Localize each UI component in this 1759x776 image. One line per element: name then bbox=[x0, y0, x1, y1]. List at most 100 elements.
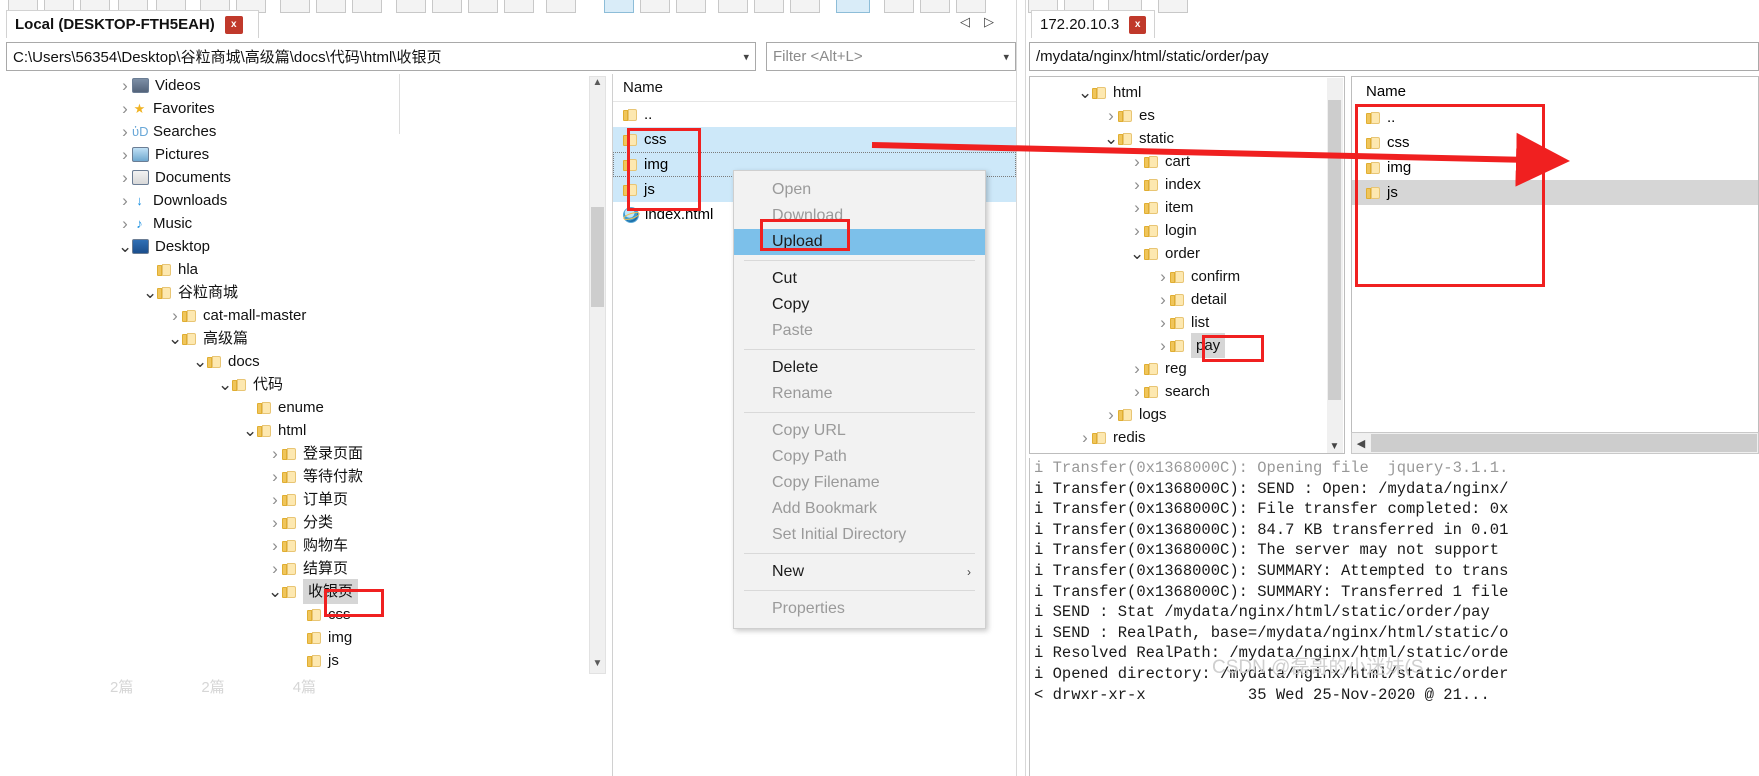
local-tree-item[interactable]: js bbox=[0, 649, 607, 672]
local-tree-item[interactable]: ⌄ Desktop bbox=[0, 235, 607, 258]
local-tree-scrollbar[interactable]: ▲ ▼ bbox=[589, 76, 606, 674]
chevron-right-icon[interactable]: › bbox=[1130, 360, 1144, 377]
chevron-right-icon[interactable]: › bbox=[1104, 406, 1118, 423]
toolbar-button[interactable] bbox=[884, 0, 914, 13]
chevron-down-icon[interactable]: ⌄ bbox=[1078, 84, 1092, 101]
menu-item-upload[interactable]: Upload bbox=[734, 229, 985, 255]
remote-tree-scrollbar[interactable]: ▼ bbox=[1327, 78, 1343, 453]
chevron-right-icon[interactable]: › bbox=[1156, 291, 1170, 308]
remote-file-list-body[interactable]: .. css img js bbox=[1352, 105, 1758, 205]
chevron-right-icon[interactable]: › bbox=[118, 192, 132, 209]
remote-path-input[interactable]: /mydata/nginx/html/static/order/pay bbox=[1029, 42, 1759, 71]
menu-item-copy[interactable]: Copy bbox=[734, 292, 985, 318]
local-tree-item[interactable]: › ↓ Downloads bbox=[0, 189, 607, 212]
chevron-down-icon[interactable]: ▾ bbox=[1003, 50, 1009, 63]
remote-tree-item[interactable]: › login bbox=[1030, 219, 1344, 242]
menu-item-new[interactable]: New › bbox=[734, 559, 985, 585]
chevron-right-icon[interactable]: › bbox=[268, 537, 282, 554]
nav-forward-icon[interactable]: ▷ bbox=[984, 14, 994, 36]
chevron-down-icon[interactable]: ⌄ bbox=[193, 353, 207, 370]
chevron-down-icon[interactable]: ⌄ bbox=[118, 238, 132, 255]
toolbar-button[interactable] bbox=[1158, 0, 1188, 13]
table-row[interactable]: css bbox=[1352, 130, 1758, 155]
chevron-right-icon[interactable]: › bbox=[1130, 383, 1144, 400]
chevron-down-icon[interactable]: ⌄ bbox=[168, 330, 182, 347]
close-icon[interactable]: x bbox=[1129, 15, 1146, 34]
chevron-right-icon[interactable]: › bbox=[118, 169, 132, 186]
local-folder-tree[interactable]: › Videos › ★ Favorites › ὐD Searches › Pictures › D… bbox=[0, 74, 607, 776]
chevron-down-icon[interactable]: ⌄ bbox=[1130, 245, 1144, 262]
remote-tree-item[interactable]: › cart bbox=[1030, 150, 1344, 173]
chevron-right-icon[interactable]: › bbox=[1104, 107, 1118, 124]
chevron-down-icon[interactable]: ⌄ bbox=[218, 376, 232, 393]
local-tree-item[interactable]: › Documents bbox=[0, 166, 607, 189]
menu-item-cut[interactable]: Cut bbox=[734, 266, 985, 292]
toolbar-button[interactable] bbox=[956, 0, 986, 13]
remote-tree-item[interactable]: › index bbox=[1030, 173, 1344, 196]
toolbar-button[interactable] bbox=[432, 0, 462, 13]
remote-horizontal-scrollbar[interactable]: ◀ bbox=[1351, 432, 1759, 454]
local-tree-item[interactable]: css bbox=[0, 603, 607, 626]
local-tree-item[interactable]: › ὐD Searches bbox=[0, 120, 607, 143]
remote-tree-item[interactable]: ⌄ static bbox=[1030, 127, 1344, 150]
local-path-combobox[interactable]: C:\Users\56354\Desktop\谷粒商城\高级篇\docs\代码\… bbox=[6, 42, 756, 71]
toolbar-button[interactable] bbox=[640, 0, 670, 13]
toolbar-button[interactable] bbox=[754, 0, 784, 13]
local-tree-item[interactable]: ⌄ 谷粒商城 bbox=[0, 281, 607, 304]
local-tree-item[interactable]: › ★ Favorites bbox=[0, 97, 607, 120]
local-tree-item[interactable]: ⌄ 高级篇 bbox=[0, 327, 607, 350]
local-tree-item[interactable]: › 登录页面 bbox=[0, 442, 607, 465]
panel-splitter[interactable] bbox=[1016, 0, 1026, 776]
local-tree-item[interactable]: › 等待付款 bbox=[0, 465, 607, 488]
remote-file-list[interactable]: Name .. css img js bbox=[1351, 76, 1759, 454]
table-row[interactable]: .. bbox=[1352, 105, 1758, 130]
nav-back-icon[interactable]: ◁ bbox=[960, 14, 970, 36]
toolbar-button[interactable] bbox=[352, 0, 382, 13]
local-tree-item[interactable]: › 订单页 bbox=[0, 488, 607, 511]
remote-tree-item[interactable]: › list bbox=[1030, 311, 1344, 334]
chevron-right-icon[interactable]: › bbox=[118, 123, 132, 140]
remote-session-tab[interactable]: 172.20.10.3 x bbox=[1031, 10, 1155, 38]
chevron-down-icon[interactable]: ⌄ bbox=[1104, 130, 1118, 147]
remote-file-list-header[interactable]: Name bbox=[1352, 77, 1758, 105]
local-tree-item[interactable]: ⌄ 代码 bbox=[0, 373, 607, 396]
context-menu[interactable]: Open Download Upload Cut Copy Paste Delete Rena… bbox=[733, 170, 986, 629]
scrollbar-thumb[interactable] bbox=[1328, 100, 1341, 400]
chevron-right-icon[interactable]: › bbox=[1130, 176, 1144, 193]
table-row[interactable]: js bbox=[1352, 180, 1758, 205]
column-header-name[interactable]: Name bbox=[623, 79, 663, 96]
toolbar-button[interactable] bbox=[468, 0, 498, 13]
remote-folder-tree[interactable]: ⌄ html › es ⌄ static › cart › index › item › login ⌄ or… bbox=[1029, 76, 1345, 454]
remote-tree-item[interactable]: › es bbox=[1030, 104, 1344, 127]
toolbar-button[interactable] bbox=[504, 0, 534, 13]
table-row[interactable]: css bbox=[613, 127, 1016, 152]
local-tree-item[interactable]: › Videos bbox=[0, 74, 607, 97]
chevron-right-icon[interactable]: › bbox=[1078, 429, 1092, 446]
local-tree-item[interactable]: ⌄ 收银页 bbox=[0, 579, 607, 604]
chevron-right-icon[interactable]: › bbox=[268, 491, 282, 508]
toolbar-button[interactable] bbox=[316, 0, 346, 13]
local-tree-item[interactable]: › 分类 bbox=[0, 511, 607, 534]
transfer-log-console[interactable]: i Transfer(0x1368000C): Opening file jqu… bbox=[1029, 458, 1759, 776]
table-row[interactable]: img bbox=[1352, 155, 1758, 180]
toolbar-button[interactable] bbox=[790, 0, 820, 13]
chevron-right-icon[interactable]: › bbox=[1130, 153, 1144, 170]
chevron-right-icon[interactable]: › bbox=[268, 560, 282, 577]
toolbar-button[interactable] bbox=[836, 0, 870, 13]
local-tree-item[interactable]: › cat-mall-master bbox=[0, 304, 607, 327]
toolbar-button[interactable] bbox=[718, 0, 748, 13]
table-row[interactable]: .. bbox=[613, 102, 1016, 127]
chevron-right-icon[interactable]: › bbox=[118, 100, 132, 117]
chevron-right-icon[interactable]: › bbox=[268, 514, 282, 531]
toolbar-button[interactable] bbox=[280, 0, 310, 13]
local-tree-item[interactable]: ⌄ docs bbox=[0, 350, 607, 373]
local-session-tab[interactable]: Local (DESKTOP-FTH5EAH) x bbox=[6, 10, 259, 38]
local-tree-item[interactable]: › 结算页 bbox=[0, 557, 607, 580]
local-tree-item[interactable]: hla bbox=[0, 258, 607, 281]
chevron-right-icon[interactable]: › bbox=[268, 445, 282, 462]
remote-tree-item[interactable]: › logs bbox=[1030, 403, 1344, 426]
chevron-right-icon[interactable]: › bbox=[118, 215, 132, 232]
local-tree-item[interactable]: img bbox=[0, 626, 607, 649]
chevron-right-icon[interactable]: › bbox=[1156, 314, 1170, 331]
chevron-right-icon[interactable]: › bbox=[118, 77, 132, 94]
